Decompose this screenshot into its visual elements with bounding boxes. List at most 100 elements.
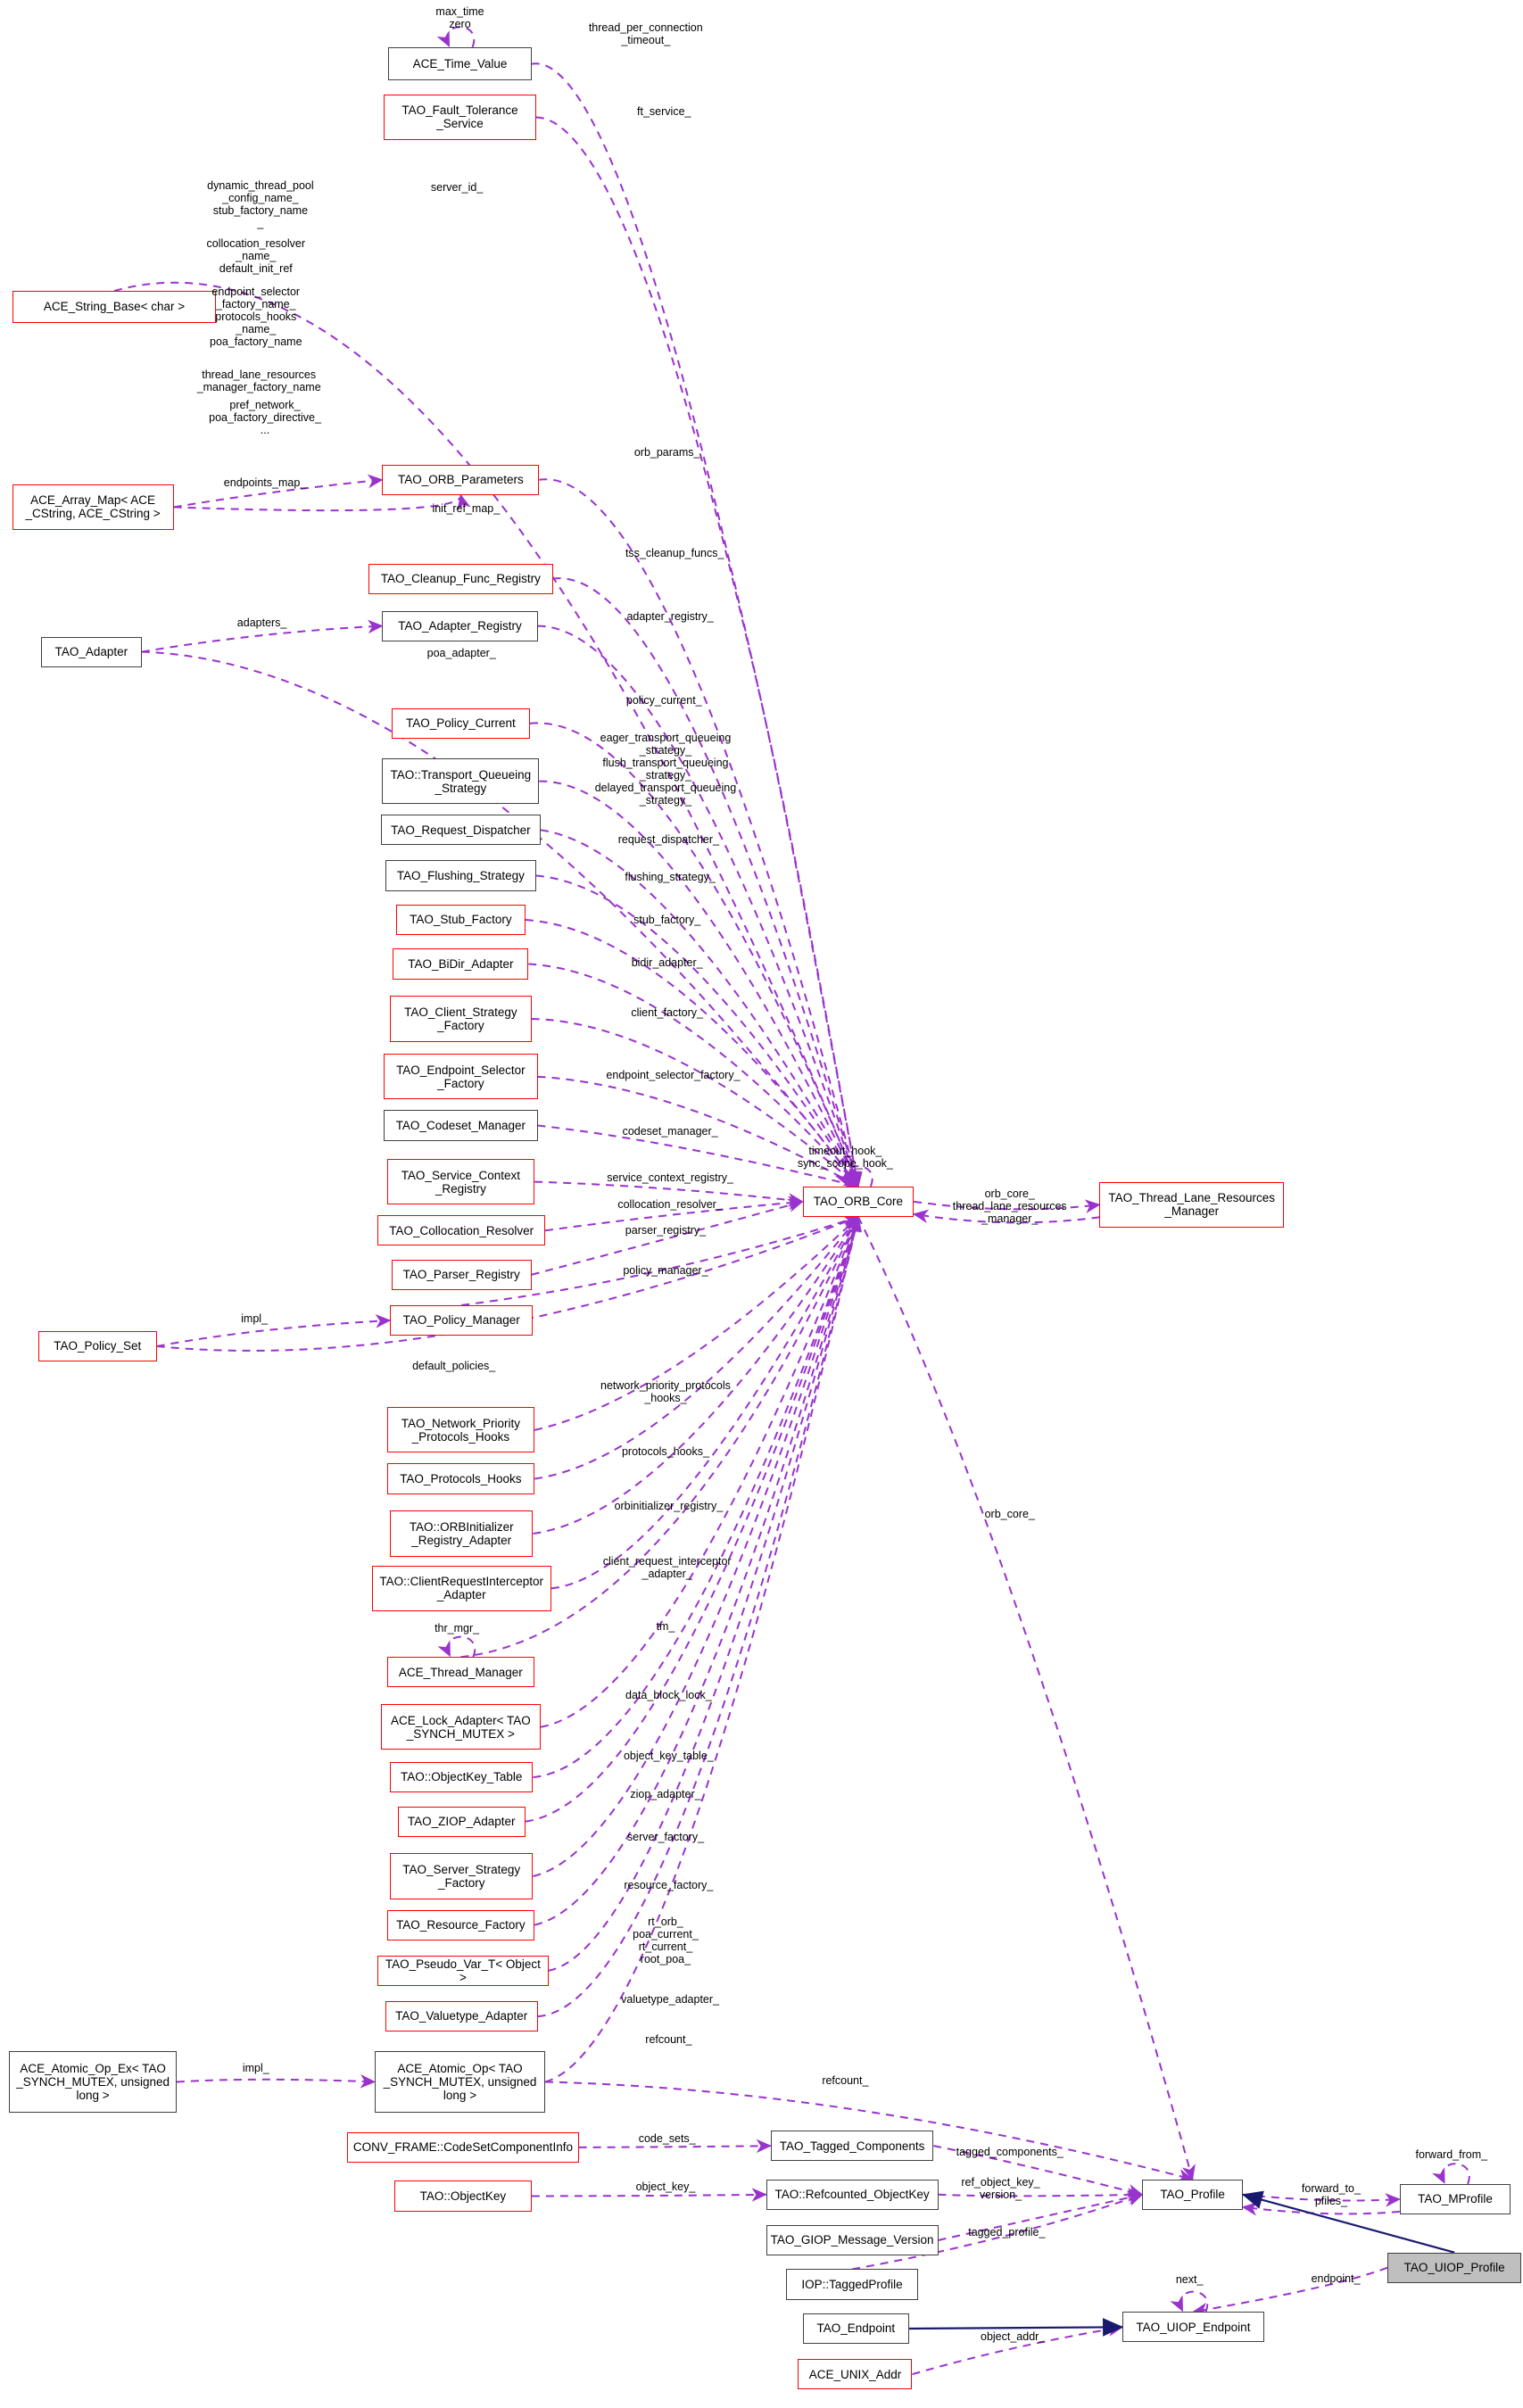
self-association-edge [1432, 2163, 1470, 2185]
edge-label-l-initrefmap: init_ref_map_ [432, 502, 501, 516]
edge-label-l-policymanager: policy_manager_ [623, 1263, 708, 1277]
class-node-tao-valuetype-adapter[interactable]: TAO_Valuetype_Adapter [385, 2000, 538, 2032]
edge-label-l-refobjectkey: ref_object_key_ version_ [961, 2175, 1040, 2201]
class-node-tao-client-req-int[interactable]: TAO::ClientRequestInterceptor _Adapter [371, 1565, 551, 1611]
association-edge [534, 1215, 859, 1480]
class-node-tao-pseudo-var-t[interactable]: TAO_Pseudo_Var_T< Object > [377, 1955, 549, 1986]
class-node-tao-ziop-adapter[interactable]: TAO_ZIOP_Adapter [397, 1806, 526, 1837]
class-node-tao-tagged-components[interactable]: TAO_Tagged_Components [770, 2131, 934, 2162]
edge-label-l-defaultpolicies: default_policies_ [412, 1360, 496, 1373]
edge-label-l-clientfactory: client_factory_ [631, 1006, 703, 1020]
class-node-tao-client-strategy[interactable]: TAO_Client_Strategy _Factory [389, 996, 532, 1042]
association-edge [537, 625, 861, 1187]
class-node-tao-codeset-manager[interactable]: TAO_Codeset_Manager [384, 1110, 538, 1141]
class-node-tao-thread-lane-res[interactable]: TAO_Thread_Lane_Resources _Manager [1099, 1181, 1284, 1228]
edge-label-l-strings2: collocation_resolver _name_ default_init… [206, 236, 306, 275]
class-node-tao-mprofile[interactable]: TAO_MProfile [1399, 2183, 1511, 2214]
edge-label-l-parserreg: parser_registry_ [625, 1224, 707, 1237]
edge-label-l-threadper: thread_per_connection _timeout_ [588, 21, 703, 46]
class-node-tao-orb-parameters[interactable]: TAO_ORB_Parameters [382, 464, 540, 495]
class-node-tao-collocation-res[interactable]: TAO_Collocation_Resolver [377, 1215, 546, 1246]
association-edge [1241, 2201, 1400, 2216]
class-node-tao-profile[interactable]: TAO_Profile [1142, 2179, 1243, 2210]
class-node-tao-orbinit-registry[interactable]: TAO::ORBInitializer _Registry_Adapter [389, 1510, 534, 1557]
class-node-tao-protocols-hooks[interactable]: TAO_Protocols_Hooks [386, 1463, 535, 1494]
edge-label-l-orbcore-profile: orb_core_ [984, 1507, 1035, 1520]
class-node-tao-net-prio-hooks[interactable]: TAO_Network_Priority _Protocols_Hooks [386, 1407, 535, 1453]
class-node-tao-parser-registry[interactable]: TAO_Parser_Registry [391, 1259, 532, 1290]
class-node-tao-endpoint[interactable]: TAO_Endpoint [802, 2313, 910, 2345]
association-edge [535, 116, 863, 1187]
edge-label-l-strings3: endpoint_selector _factory_name_ protoco… [209, 285, 302, 349]
edge-label-l-maxtime: max_time zero [435, 5, 484, 31]
edge-label-l-refcount1: refcount_ [645, 2032, 692, 2046]
class-node-tao-uiop-profile[interactable]: TAO_UIOP_Profile [1387, 2252, 1522, 2283]
association-edge [531, 2188, 767, 2202]
class-node-tao-refcounted-objkey[interactable]: TAO::Refcounted_ObjectKey [766, 2179, 939, 2210]
edge-label-l-endpointselfac: endpoint_selector_factory_ [606, 1069, 741, 1082]
class-node-ace-string-base[interactable]: ACE_String_Base< char > [12, 291, 217, 323]
class-node-ace-unix-addr[interactable]: ACE_UNIX_Addr [798, 2359, 913, 2390]
edge-label-l-transportq: eager_transport_queueing _strategy_ flus… [594, 732, 737, 807]
class-node-tao-policy-current[interactable]: TAO_Policy_Current [391, 708, 531, 739]
edge-label-l-policycurrent: policy_current_ [625, 694, 702, 708]
edge-label-l-orbcore-tlrm: orb_core_ thread_lane_resources _manager… [952, 1187, 1067, 1225]
class-node-ace-thread-manager[interactable]: ACE_Thread_Manager [386, 1657, 535, 1688]
class-node-tao-objectkey[interactable]: TAO::ObjectKey [394, 2180, 532, 2212]
association-edge [544, 1215, 862, 2083]
class-node-tao-service-context[interactable]: TAO_Service_Context _Registry [386, 1159, 535, 1205]
edge-label-l-codesets: code_sets_ [638, 2131, 696, 2145]
class-node-conv-frame-codeset[interactable]: CONV_FRAME::CodeSetComponentInfo [347, 2131, 579, 2163]
self-association-edge [1170, 2290, 1209, 2313]
class-node-tao-uiop-endpoint[interactable]: TAO_UIOP_Endpoint [1122, 2312, 1264, 2343]
edge-label-l-strings4: thread_lane_resources _manager_factory_n… [196, 368, 321, 393]
edge-label-l-thrmgr: thr_mgr_ [435, 1621, 480, 1634]
class-node-ace-atomic-op-ex[interactable]: ACE_Atomic_Op_Ex< TAO _SYNCH_MUTEX, unsi… [9, 2051, 177, 2113]
edge-label-l-tm: tm_ [656, 1620, 675, 1634]
edge-label-l-endpointsmap: endpoints_map_ [223, 476, 307, 490]
class-node-iop-tagged-profile[interactable]: IOP::TaggedProfile [785, 2269, 919, 2300]
edge-label-l-bidiradapter: bidir_adapter_ [631, 956, 703, 969]
edge-label-l-objkeytable: object_key_table_ [623, 1750, 714, 1763]
class-node-tao-endpoint-selector[interactable]: TAO_Endpoint_Selector _Factory [384, 1054, 538, 1100]
class-node-tao-flushing-strategy[interactable]: TAO_Flushing_Strategy [385, 860, 536, 891]
class-node-tao-adapter[interactable]: TAO_Adapter [41, 636, 142, 667]
association-edge [537, 1215, 862, 2018]
association-edge [176, 2074, 377, 2089]
class-node-ace-atomic-op[interactable]: ACE_Atomic_Op< TAO _SYNCH_MUTEX, unsigne… [374, 2051, 546, 2113]
class-node-ace-array-map[interactable]: ACE_Array_Map< ACE _CString, ACE_CString… [12, 484, 174, 531]
class-node-tao-policy-manager[interactable]: TAO_Policy_Manager [389, 1304, 534, 1336]
class-node-tao-cleanup-func[interactable]: TAO_Cleanup_Func_Registry [368, 563, 553, 594]
self-association-edge [437, 1635, 476, 1658]
edge-layer [113, 26, 1470, 2376]
association-edge [857, 1216, 1196, 2180]
edge-label-l-taggedprofile: tagged_profile_ [968, 2226, 1046, 2239]
class-node-tao-fault-tolerance[interactable]: TAO_Fault_Tolerance _Service [384, 94, 536, 141]
class-node-ace-lock-adapter[interactable]: ACE_Lock_Adapter< TAO _SYNCH_MUTEX > [380, 1704, 541, 1750]
class-node-tao-orb-core[interactable]: TAO_ORB_Core [802, 1186, 915, 1217]
class-node-tao-stub-factory[interactable]: TAO_Stub_Factory [395, 904, 526, 936]
edge-label-l-reqdispatcher: request_dispatcher_ [617, 832, 719, 846]
edge-label-l-collocationres: collocation_resolver_ [617, 1198, 723, 1212]
edge-label-l-rtorb: rt_orb_ poa_current_ rt_current_ root_po… [633, 1915, 699, 1965]
edge-label-l-strings5: pref_network_ poa_factory_directive_ ... [209, 398, 321, 436]
class-node-tao-request-dispatch[interactable]: TAO_Request_Dispatcher [380, 815, 541, 846]
class-node-tao-bidir-adapter[interactable]: TAO_BiDir_Adapter [393, 948, 529, 980]
class-node-tao-adapter-registry[interactable]: TAO_Adapter_Registry [382, 610, 538, 641]
class-node-tao-objectkey-table[interactable]: TAO::ObjectKey_Table [389, 1761, 534, 1793]
class-node-ace-time-value[interactable]: ACE_Time_Value [388, 46, 532, 81]
edge-label-l-refcount2: refcount_ [822, 2073, 869, 2087]
association-edge [141, 619, 384, 653]
edge-label-l-flushstrategy: flushing_strategy_ [625, 871, 716, 884]
class-node-tao-transport-queue[interactable]: TAO::Transport_Queueing _Strategy [382, 758, 540, 805]
class-node-tao-giop-msg-version[interactable]: TAO_GIOP_Message_Version [766, 2224, 939, 2256]
class-node-tao-server-strategy[interactable]: TAO_Server_Strategy _Factory [389, 1853, 534, 1899]
edge-label-l-endpoint: endpoint_ [1311, 2271, 1361, 2285]
edge-label-l-codesetmgr: codeset_manager_ [622, 1125, 718, 1138]
class-node-tao-resource-factory[interactable]: TAO_Resource_Factory [386, 1909, 535, 1940]
edge-label-l-clientreqint: client_request_interceptor _adapter_ [602, 1554, 732, 1580]
edge-label-l-serverid: server_id_ [430, 180, 484, 194]
edge-label-l-servicectxreg: service_context_registry_ [607, 1171, 733, 1184]
edge-label-l-forwardto: forward_to_ pfiles_ [1301, 2181, 1361, 2207]
class-node-tao-policy-set[interactable]: TAO_Policy_Set [37, 1330, 157, 1362]
